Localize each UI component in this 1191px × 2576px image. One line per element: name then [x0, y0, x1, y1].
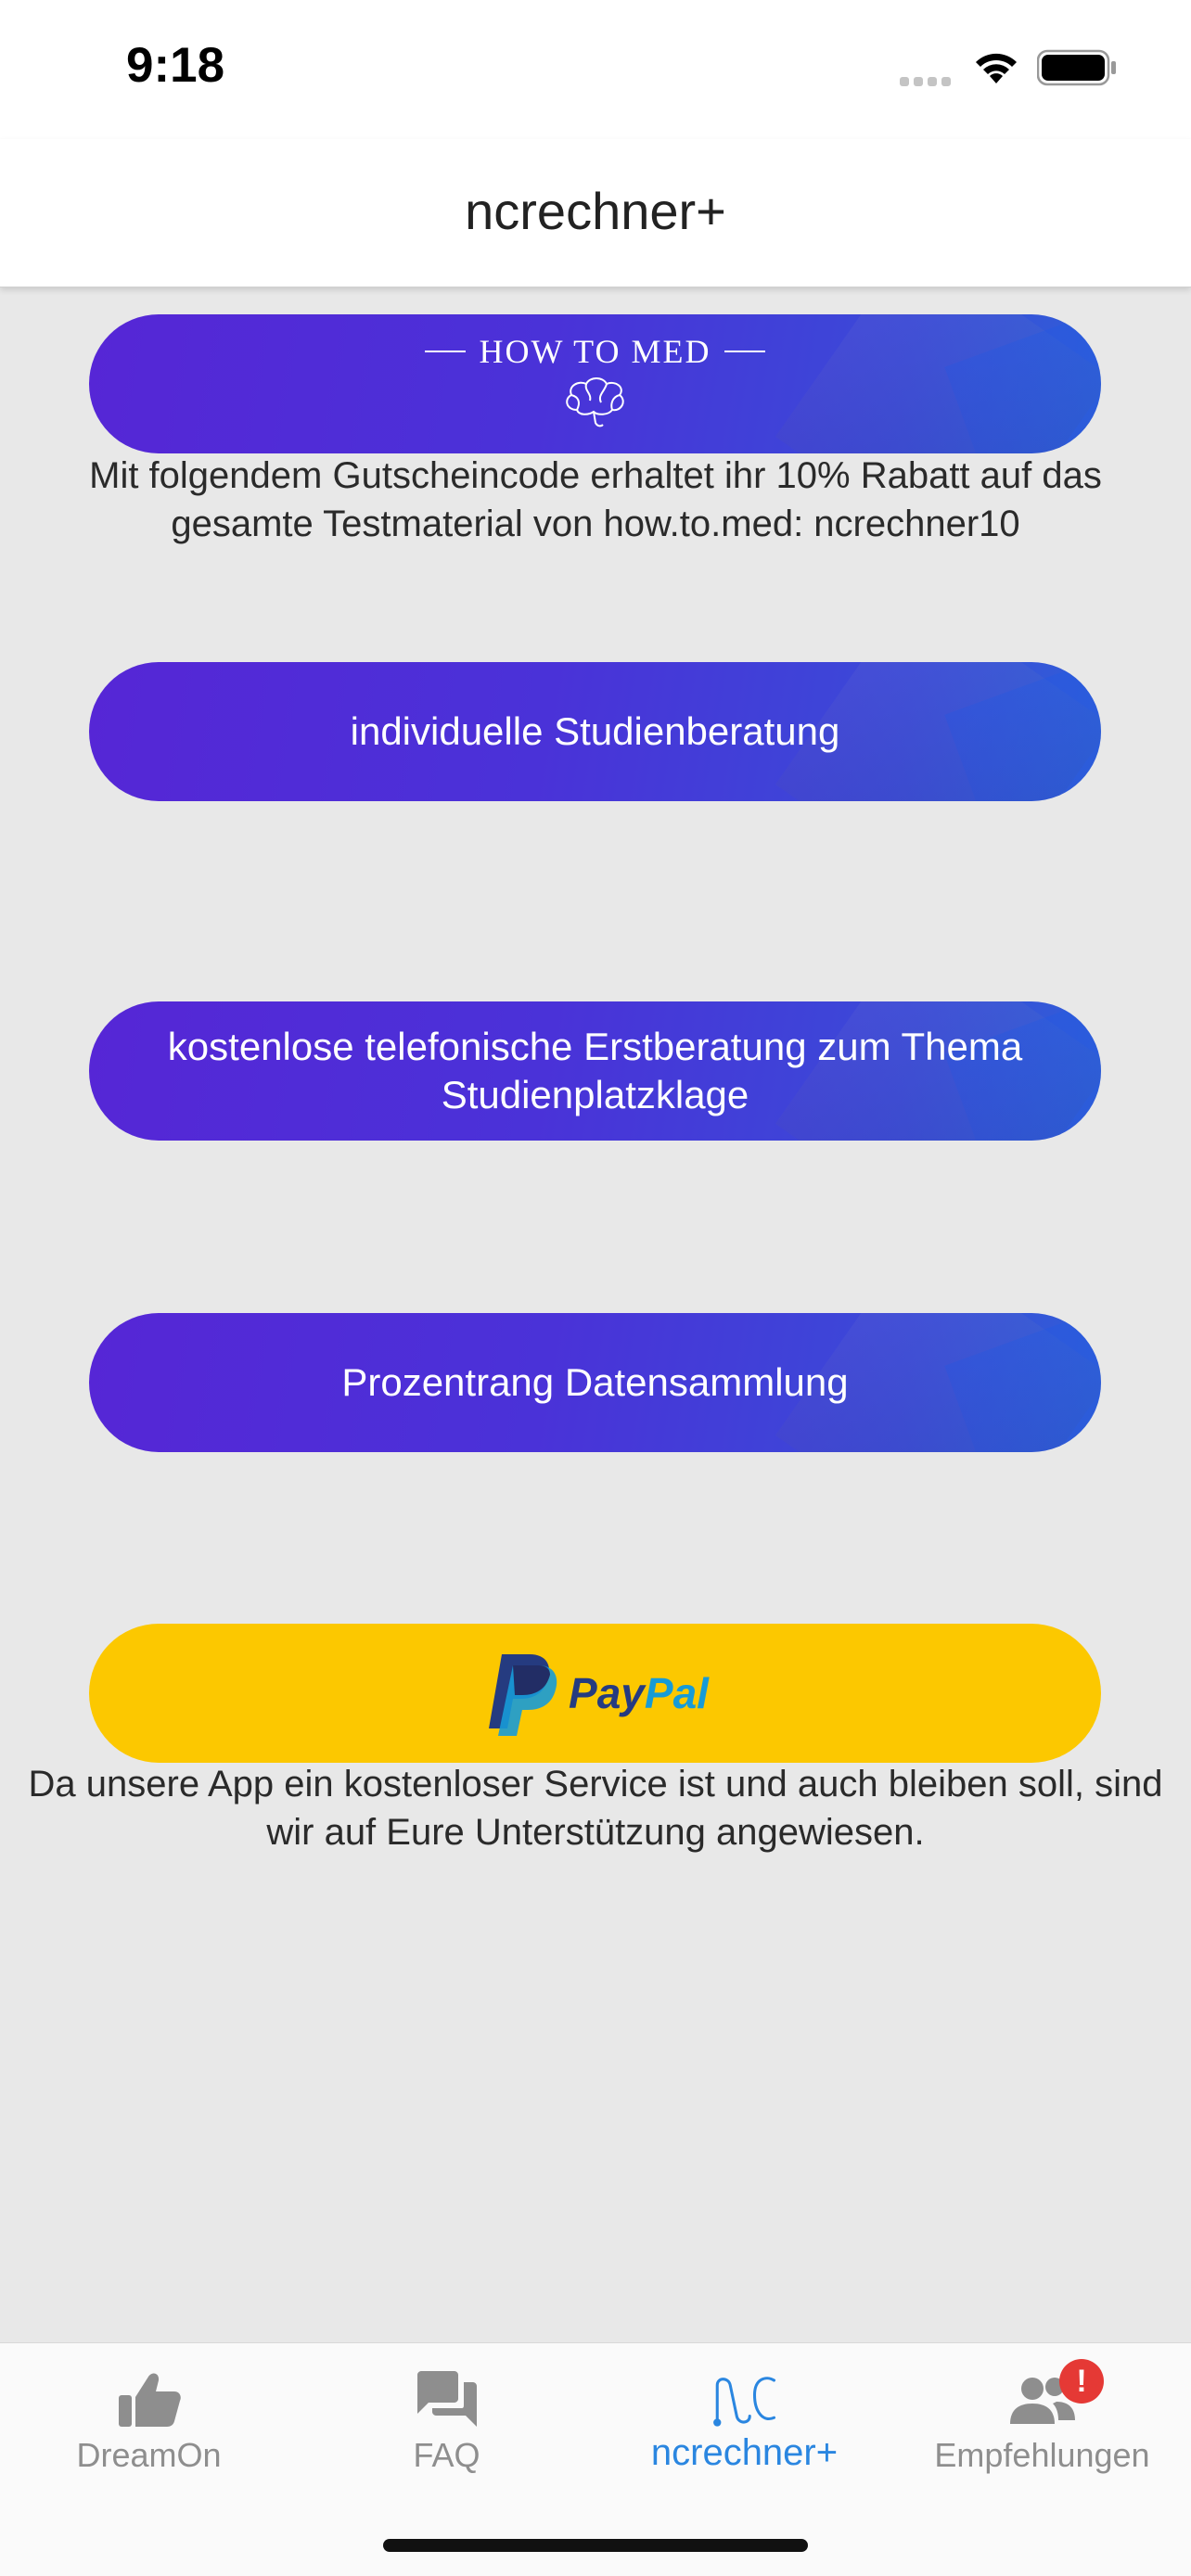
tab-faq[interactable]: FAQ — [298, 2343, 596, 2501]
page-title: ncrechner+ — [465, 182, 726, 240]
studienplatzklage-label: kostenlose telefonische Erstberatung zum… — [167, 1025, 1023, 1116]
howtomed-logo-text: HOW TO MED — [479, 333, 711, 370]
navigation-bar: ncrechner+ — [0, 139, 1191, 287]
notification-badge: ! — [1059, 2359, 1104, 2404]
paypal-word-pay: Pay — [569, 1669, 645, 1717]
tab-faq-label: FAQ — [413, 2436, 480, 2474]
howtomed-description: Mit folgendem Gutscheincode erhaltet ihr… — [89, 455, 1102, 544]
paypal-button[interactable]: PayPal — [89, 1624, 1101, 1763]
tab-empfehlungen[interactable]: Empfehlungen — [893, 2343, 1191, 2501]
wifi-icon — [976, 53, 1017, 83]
studienberatung-button[interactable]: individuelle Studienberatung — [89, 662, 1101, 801]
howtomed-button[interactable]: HOW TO MED — [89, 314, 1101, 453]
brain-icon — [566, 377, 625, 427]
home-indicator — [383, 2539, 808, 2552]
cellular-signal-icon — [900, 74, 957, 86]
tab-ncrechner-label: ncrechner+ — [650, 2432, 839, 2473]
datensammlung-button[interactable]: Prozentrang Datensammlung — [89, 1313, 1101, 1452]
paypal-word-pal: Pal — [644, 1669, 709, 1717]
paypal-description: Da unsere App ein kostenloser Service is… — [28, 1764, 1163, 1853]
paypal-p-icon — [489, 1654, 557, 1736]
thumbs-up-icon — [118, 2373, 181, 2427]
tab-empfehlungen-label: Empfehlungen — [934, 2436, 1150, 2474]
status-bar: 9:18 — [0, 0, 1191, 139]
battery-icon — [1037, 49, 1116, 86]
studienplatzklage-button[interactable]: kostenlose telefonische Erstberatung zum… — [89, 1001, 1101, 1141]
paypal-logo: PayPal — [481, 1647, 709, 1740]
datensammlung-label: Prozentrang Datensammlung — [341, 1360, 849, 1404]
screen: 9:18 ncrechner+ HOW TO MED Mit folgendem… — [0, 0, 1191, 2576]
status-time: 9:18 — [126, 38, 225, 93]
tab-dreamon[interactable]: DreamOn — [0, 2343, 298, 2501]
tab-dreamon-label: DreamOn — [76, 2436, 222, 2474]
studienberatung-label: individuelle Studienberatung — [350, 709, 840, 753]
tab-ncrechner[interactable]: ncrechner+ — [596, 2343, 893, 2501]
nc-logo-icon — [712, 2377, 775, 2427]
chat-bubbles-icon — [416, 2371, 477, 2427]
howtomed-logo: HOW TO MED — [412, 332, 777, 430]
